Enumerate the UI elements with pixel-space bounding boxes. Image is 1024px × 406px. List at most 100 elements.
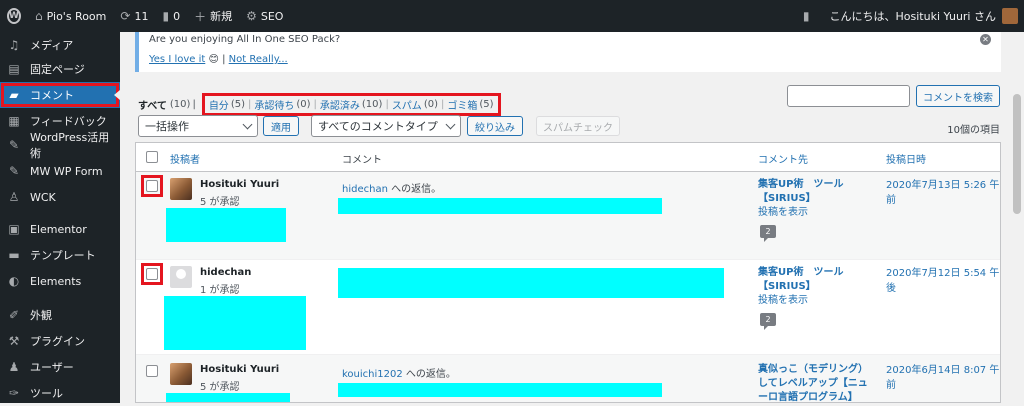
chevron-down-icon: [242, 119, 253, 129]
user-avatar[interactable]: [1002, 8, 1018, 24]
spam-check-button[interactable]: スパムチェック: [536, 116, 620, 136]
seo-notice: Are you enjoying All In One SEO Pack? Ye…: [135, 32, 1001, 72]
admin-sidebar: ♫ メディア ▤ 固定ページ ▰ コメント ▦ フィードバック ✎ WordPress活用術 ✎ MW…: [0, 32, 120, 403]
filter-all[interactable]: すべて: [138, 97, 167, 112]
new-label: 新規: [210, 10, 233, 23]
site-name-link[interactable]: ⌂ Pio's Room: [28, 0, 113, 32]
tool-icon: ✑: [8, 386, 20, 400]
filter-separator: |: [192, 99, 196, 110]
sidebar-item-label: Elements: [30, 274, 82, 288]
sidebar-item-label: Elementor: [30, 222, 87, 236]
avatar: [170, 363, 192, 385]
sidebar-item[interactable]: ◐ Elements: [0, 268, 120, 294]
admin-bar: W ⌂ Pio's Room ⟳ 11 ▮ 0 ＋ 新規 ⚙ SEO ▮ こんに…: [0, 0, 1024, 32]
response-post-link[interactable]: 真似っこ（モデリング）してレベルアップ【ニューロ言語プログラム】: [758, 363, 876, 402]
comments-table: 投稿者 コメント コメント先 投稿日時 Hosituki Yuuri 5 が承認…: [135, 142, 1001, 403]
filter-mine[interactable]: 自分: [209, 97, 229, 112]
wordpress-logo-button[interactable]: W: [0, 0, 28, 32]
filter-trash[interactable]: ゴミ箱: [447, 97, 477, 112]
media-icon: ♫: [8, 38, 20, 52]
not-really-link[interactable]: Not Really...: [229, 54, 288, 65]
redacted-block: [164, 296, 306, 350]
sidebar-item[interactable]: ✎ MW WP Form: [0, 158, 120, 184]
sidebar-item-label: ユーザー: [30, 361, 74, 374]
bulk-action-select[interactable]: 一括操作: [138, 115, 258, 137]
screen-options-icon[interactable]: ▮: [803, 9, 810, 23]
seo-link[interactable]: ⚙ SEO: [239, 0, 290, 32]
sidebar-item[interactable]: ▰ コメント: [0, 82, 120, 108]
greeting[interactable]: こんにちは、Hosituki Yuuri さん: [830, 8, 996, 24]
filter-approved[interactable]: 承認済み: [320, 97, 360, 112]
pin-icon: ✎: [8, 164, 20, 178]
comment-bubble-icon: ▮: [162, 9, 170, 23]
response-post-link[interactable]: 集客UP術 ツール【SIRIUS】: [758, 178, 876, 206]
sidebar-item[interactable]: ▬ テンプレート: [0, 242, 120, 268]
comment-date[interactable]: 2020年7月12日 5:54 午後: [886, 266, 1000, 296]
sidebar-item[interactable]: ✐ 外観: [0, 302, 120, 328]
sidebar-item-label: テンプレート: [30, 249, 96, 262]
avatar: [170, 266, 192, 288]
reply-to-link[interactable]: kouichi1202: [342, 369, 403, 380]
close-icon[interactable]: ✕: [980, 34, 991, 45]
bulk-action-value: 一括操作: [145, 120, 189, 133]
header-response[interactable]: コメント先: [758, 151, 808, 166]
view-post-link[interactable]: 投稿を表示: [758, 294, 876, 308]
feedback-icon: ▦: [8, 114, 20, 128]
sidebar-item[interactable]: ♟ ユーザー: [0, 354, 120, 380]
filter-button[interactable]: 絞り込み: [467, 116, 523, 136]
response-post-link[interactable]: 集客UP術 ツール【SIRIUS】: [758, 266, 876, 294]
search-comments-button[interactable]: コメントを検索: [916, 85, 1000, 107]
notice-separator: |: [222, 54, 226, 65]
sidebar-item[interactable]: ▤ 固定ページ: [0, 56, 120, 82]
comment-date[interactable]: 2020年7月13日 5:26 午前: [886, 178, 1000, 208]
elementor-icon: ▣: [8, 222, 20, 236]
filter-all-count: (10): [169, 99, 191, 110]
header-date[interactable]: 投稿日時: [886, 151, 926, 166]
comment-author[interactable]: Hosituki Yuuri: [200, 364, 279, 375]
new-content-link[interactable]: ＋ 新規: [187, 0, 239, 32]
filter-spam-count: (0): [423, 99, 438, 110]
filter-pending[interactable]: 承認待ち: [254, 97, 294, 112]
comment-date[interactable]: 2020年6月14日 8:07 午前: [886, 363, 1000, 393]
sidebar-item[interactable]: ✎ WordPress活用術: [0, 131, 120, 160]
comments-count: 0: [173, 9, 181, 23]
reply-suffix: への返信。: [387, 184, 442, 195]
search-input[interactable]: [787, 85, 910, 107]
sidebar-item-label: MW WP Form: [30, 164, 103, 178]
smile-icon: 😊: [208, 54, 219, 65]
scrollbar-thumb[interactable]: [1013, 94, 1021, 214]
sidebar-item-label: 固定ページ: [30, 63, 85, 76]
updates-link[interactable]: ⟳ 11: [113, 0, 155, 32]
table-row: Hosituki Yuuri 5 が承認 hidechan への返信。 集客UP…: [136, 172, 1000, 260]
sidebar-item[interactable]: ▣ Elementor: [0, 216, 120, 242]
filter-trash-count: (5): [479, 99, 494, 110]
refresh-icon: ⟳: [120, 9, 131, 23]
page-scrollbar[interactable]: [1010, 32, 1024, 403]
comments-link[interactable]: ▮ 0: [155, 0, 187, 32]
comment-author[interactable]: hidechan: [200, 267, 251, 278]
select-all-checkbox[interactable]: [146, 151, 158, 163]
view-post-link[interactable]: 投稿を表示: [758, 206, 876, 220]
table-row: hidechan 1 が承認 集客UP術 ツール【SIRIUS】 投稿を表示 2…: [136, 260, 1000, 355]
yes-love-link[interactable]: Yes I love it: [149, 54, 205, 65]
sidebar-item[interactable]: ♙ WCK: [0, 184, 120, 210]
reply-info: kouichi1202 への返信。: [342, 365, 456, 380]
apply-button[interactable]: 適用: [263, 116, 299, 136]
wordpress-icon: W: [7, 8, 21, 24]
plugin-icon: ⚒: [8, 334, 20, 348]
reply-to-link[interactable]: hidechan: [342, 184, 388, 195]
sidebar-item[interactable]: ⚒ プラグイン: [0, 328, 120, 354]
sidebar-item-label: メディア: [30, 39, 74, 52]
filter-spam[interactable]: スパム: [392, 97, 422, 112]
row-checkbox[interactable]: [146, 365, 158, 377]
approved-count: 5 が承認: [200, 382, 240, 393]
redacted-block: [338, 198, 662, 214]
comment-author[interactable]: Hosituki Yuuri: [200, 179, 279, 190]
response-cell: 真似っこ（モデリング）してレベルアップ【ニューロ言語プログラム】: [758, 363, 876, 402]
header-author[interactable]: 投稿者: [170, 151, 200, 166]
sidebar-item[interactable]: ♫ メディア: [0, 32, 120, 58]
comment-count-bubble[interactable]: 2: [760, 313, 776, 330]
comment-count-bubble[interactable]: 2: [760, 225, 776, 242]
sidebar-item[interactable]: ✑ ツール: [0, 380, 120, 406]
comment-type-select[interactable]: すべてのコメントタイプ: [311, 115, 461, 137]
